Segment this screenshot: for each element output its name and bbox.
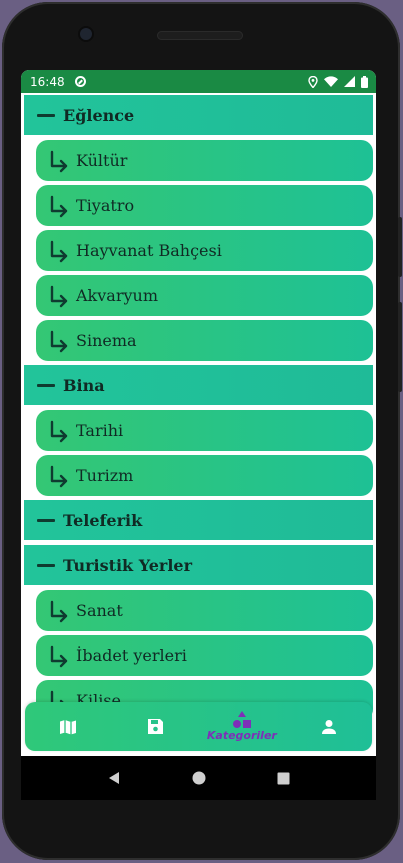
collapse-dash-icon: [37, 563, 55, 567]
category-list[interactable]: Eğlence Kültür Tiyatro Hayvanat Bahçesi Akva…: [21, 93, 376, 721]
category-header[interactable]: Bina: [24, 365, 373, 405]
subcategory-item[interactable]: Sanat: [36, 590, 373, 631]
subdirectory-arrow-icon: [46, 283, 72, 309]
collapse-dash-icon: [37, 113, 55, 117]
subdirectory-arrow-icon: [46, 238, 72, 264]
subcategory-label: Akvaryum: [76, 286, 158, 305]
home-icon[interactable]: [192, 771, 206, 785]
map-icon: [60, 719, 77, 734]
back-icon[interactable]: [107, 771, 121, 785]
subcategory-label: Kültür: [76, 151, 128, 170]
wifi-icon: [324, 76, 338, 87]
nav-categories-button[interactable]: Kategoriler: [202, 711, 282, 742]
subdirectory-arrow-icon: [46, 193, 72, 219]
nav-save-button[interactable]: [115, 718, 195, 735]
subcategory-label: Tarihi: [76, 421, 124, 440]
category-header[interactable]: Eğlence: [24, 95, 373, 135]
subcategory-label: Sinema: [76, 331, 137, 350]
do-not-disturb-icon: [74, 76, 86, 87]
category-header[interactable]: Teleferik: [24, 500, 373, 540]
subcategory-item[interactable]: Akvaryum: [36, 275, 373, 316]
subcategory-item[interactable]: Hayvanat Bahçesi: [36, 230, 373, 271]
subcategory-item[interactable]: Tiyatro: [36, 185, 373, 226]
nav-categories-label: Kategoriler: [206, 729, 277, 742]
category-label: Teleferik: [63, 510, 143, 530]
category-label: Bina: [63, 375, 105, 395]
subdirectory-arrow-icon: [46, 148, 72, 174]
category-header[interactable]: Turistik Yerler: [24, 545, 373, 585]
subcategory-item[interactable]: Kültür: [36, 140, 373, 181]
subcategory-item[interactable]: Tarihi: [36, 410, 373, 451]
person-icon: [321, 719, 336, 734]
subcategory-item[interactable]: Turizm: [36, 455, 373, 496]
volume-button: [398, 217, 402, 277]
categories-icon: [232, 711, 251, 728]
category-label: Eğlence: [63, 105, 135, 125]
signal-icon: [344, 76, 355, 87]
system-navigation-bar: [21, 756, 376, 800]
subcategory-label: Turizm: [76, 466, 134, 485]
bottom-navigation: Kategoriler: [25, 702, 372, 751]
subcategory-item[interactable]: Sinema: [36, 320, 373, 361]
subdirectory-arrow-icon: [46, 463, 72, 489]
status-bar: 16:48: [21, 70, 376, 93]
subdirectory-arrow-icon: [46, 328, 72, 354]
status-time: 16:48: [30, 74, 65, 89]
collapse-dash-icon: [37, 518, 55, 522]
battery-icon: [361, 75, 368, 88]
subcategory-label: Tiyatro: [76, 196, 135, 215]
collapse-dash-icon: [37, 383, 55, 387]
earpiece-speaker: [157, 31, 243, 40]
recents-icon[interactable]: [277, 772, 290, 785]
category-label: Turistik Yerler: [63, 555, 193, 575]
subcategory-label: Sanat: [76, 601, 123, 620]
subdirectory-arrow-icon: [46, 418, 72, 444]
subcategory-label: Hayvanat Bahçesi: [76, 241, 222, 260]
app-screen: 16:48 Eğlence Kültür Tiyatro Hayvanat Bahçe…: [21, 70, 376, 756]
subcategory-item[interactable]: İbadet yerleri: [36, 635, 373, 676]
subdirectory-arrow-icon: [46, 643, 72, 669]
nav-map-button[interactable]: [28, 719, 108, 735]
location-icon: [308, 75, 318, 88]
subdirectory-arrow-icon: [46, 598, 72, 624]
save-icon: [147, 719, 163, 734]
front-camera: [80, 28, 92, 40]
power-button: [398, 302, 402, 392]
subcategory-label: İbadet yerleri: [76, 646, 187, 665]
nav-profile-button[interactable]: [289, 719, 369, 735]
